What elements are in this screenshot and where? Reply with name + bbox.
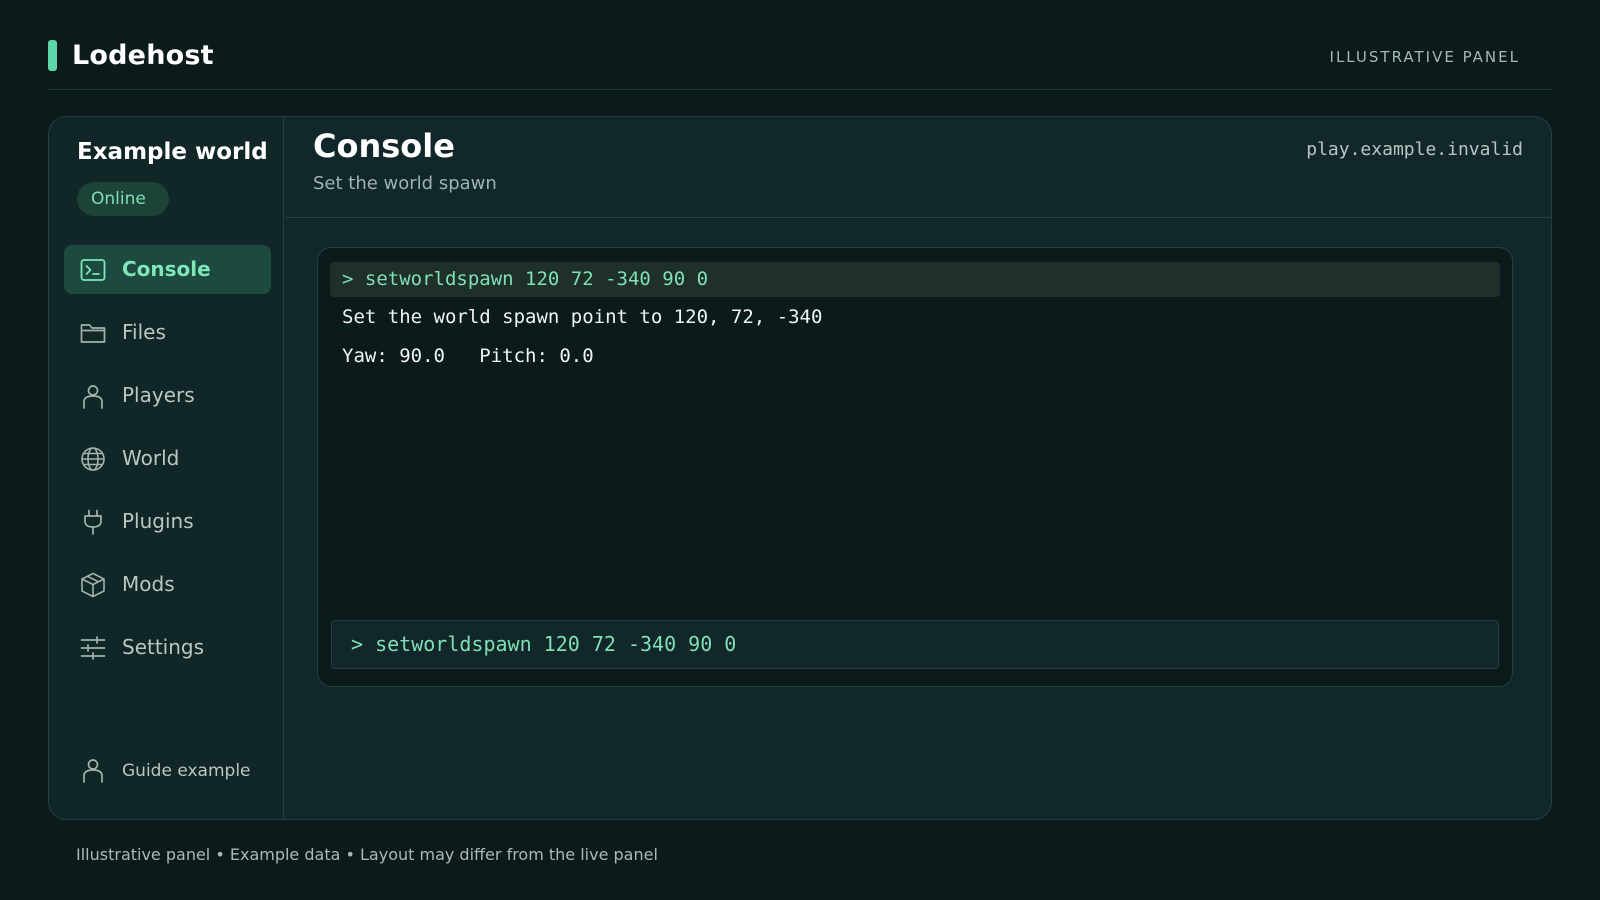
console-line: Yaw: 90.0 Pitch: 0.0 (342, 345, 594, 367)
server-address: play.example.invalid (1306, 139, 1523, 160)
plug-icon (80, 509, 106, 535)
console-output: > setworldspawn 120 72 -340 90 0 Set the… (317, 247, 1513, 687)
server-panel: Example world Online Console Files Playe… (48, 116, 1552, 820)
panel-tag: ILLUSTRATIVE PANEL (1329, 48, 1520, 66)
user-icon (80, 757, 106, 783)
folder-icon (80, 320, 106, 346)
sidebar-nav: Console Files Players World Plugins Mods… (64, 245, 271, 686)
user-name: Guide example (122, 761, 251, 781)
sidebar-item-label: Plugins (122, 509, 194, 533)
sidebar: Example world Online Console Files Playe… (49, 117, 284, 819)
brand-name: Lodehost (72, 40, 214, 71)
page-subtitle: Set the world spawn (313, 173, 497, 194)
terminal-icon (80, 257, 106, 283)
sidebar-item-label: Settings (122, 635, 205, 659)
sidebar-item-label: Console (122, 257, 211, 281)
page-title: Console (313, 127, 455, 165)
main-content: Console Set the world spawn play.example… (285, 117, 1551, 819)
sidebar-item-players[interactable]: Players (64, 371, 271, 420)
sidebar-item-settings[interactable]: Settings (64, 623, 271, 672)
sidebar-item-plugins[interactable]: Plugins (64, 497, 271, 546)
sidebar-item-label: World (122, 446, 180, 470)
sidebar-item-label: Files (122, 320, 166, 344)
brand-logo-mark (48, 40, 57, 71)
sidebar-item-label: Mods (122, 572, 175, 596)
sliders-icon (80, 635, 106, 661)
globe-icon (80, 446, 106, 472)
console-line: Set the world spawn point to 120, 72, -3… (342, 306, 823, 328)
sidebar-item-console[interactable]: Console (64, 245, 271, 294)
sidebar-item-mods[interactable]: Mods (64, 560, 271, 609)
console-command-echo: > setworldspawn 120 72 -340 90 0 (330, 262, 1500, 297)
status-badge: Online (77, 182, 169, 216)
user-icon (80, 383, 106, 409)
console-command-input[interactable]: > setworldspawn 120 72 -340 90 0 (331, 620, 1499, 669)
top-bar: Lodehost ILLUSTRATIVE PANEL (48, 32, 1552, 90)
sidebar-item-files[interactable]: Files (64, 308, 271, 357)
sidebar-item-label: Players (122, 383, 195, 407)
sidebar-item-world[interactable]: World (64, 434, 271, 483)
user-account[interactable]: Guide example (64, 751, 271, 791)
footer-note: Illustrative panel • Example data • Layo… (76, 845, 658, 864)
world-name: Example world (77, 139, 268, 165)
page-header: Console Set the world spawn play.example… (285, 117, 1551, 218)
cube-icon (80, 572, 106, 598)
